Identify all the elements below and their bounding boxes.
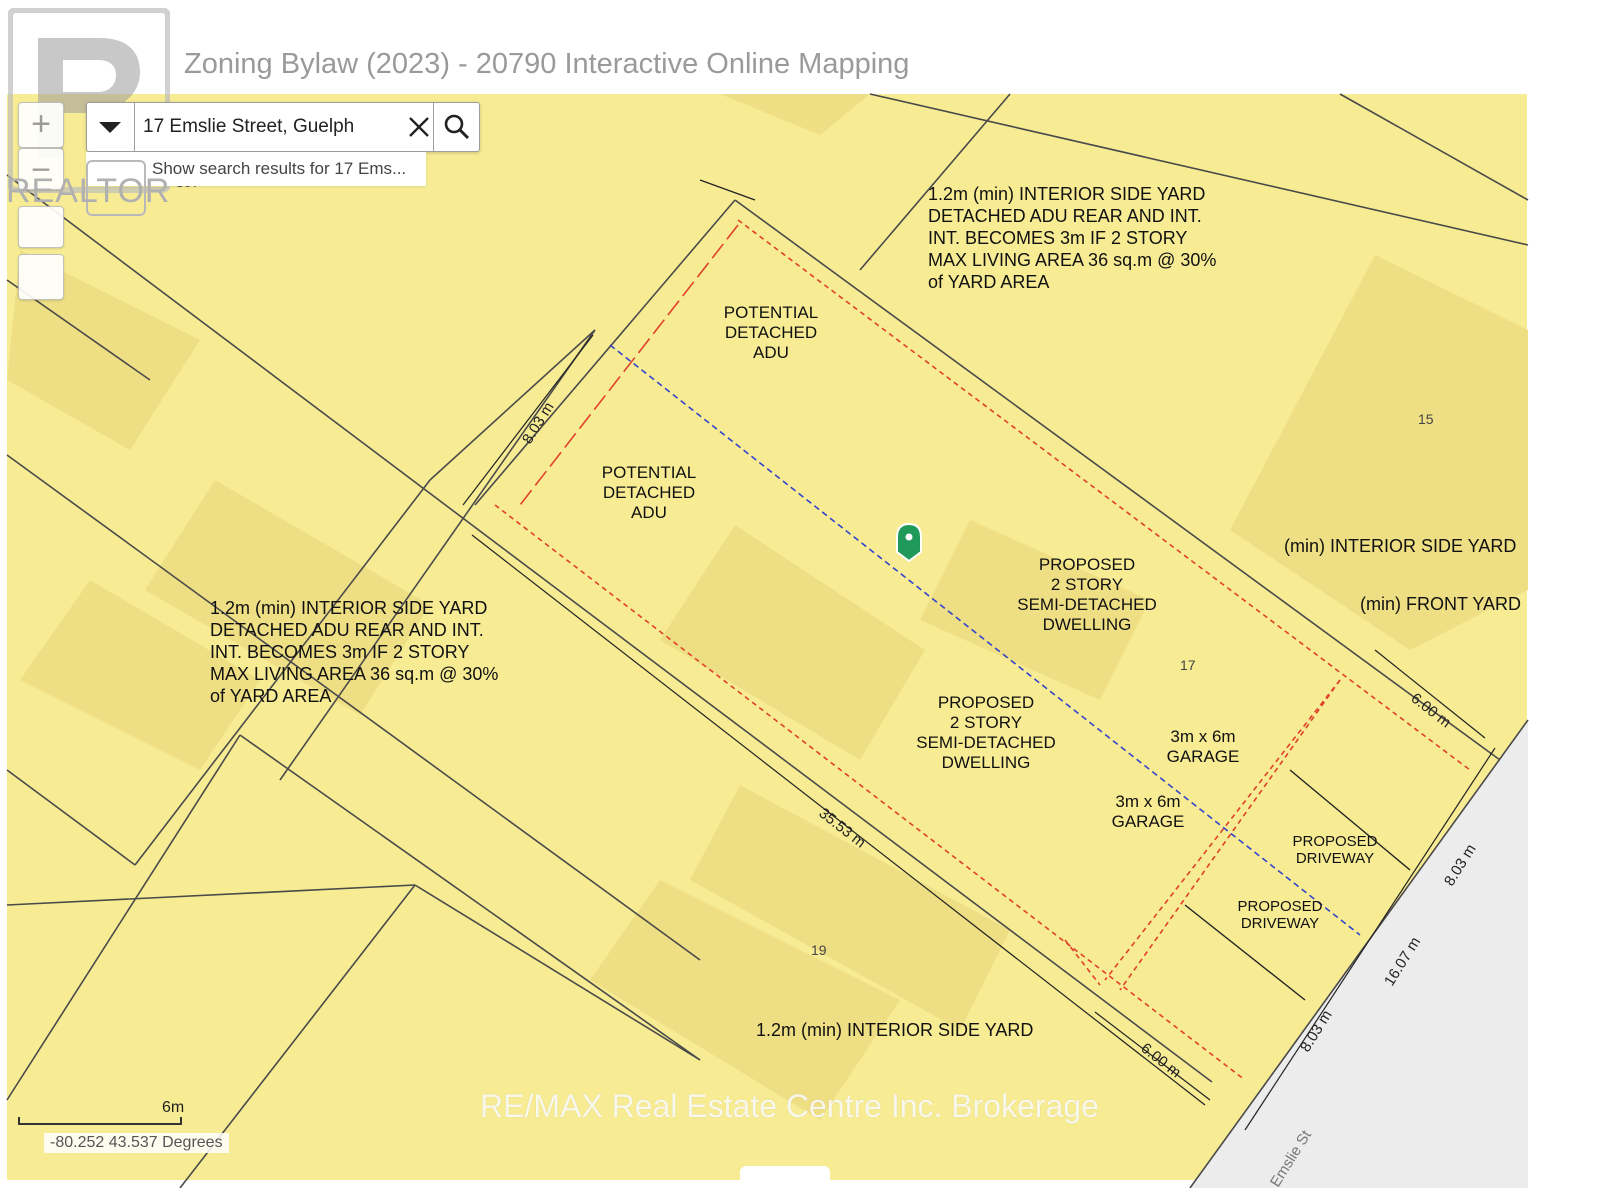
realtor-logo-text: REALTOR: [6, 172, 171, 210]
note-top-l4: MAX LIVING AREA 36 sq.m @ 30%: [928, 250, 1216, 270]
search-button[interactable]: [433, 103, 480, 151]
garage-upper-l1: 3m x 6m: [1170, 727, 1235, 746]
dwelling-upper-l2: 2 STORY: [1051, 575, 1123, 594]
parcel-number-15: 15: [1418, 411, 1434, 427]
chevron-down-icon: [99, 122, 121, 133]
dwelling-upper-l4: DWELLING: [1043, 615, 1132, 634]
dwelling-lower-l4: DWELLING: [942, 753, 1031, 772]
front-yard-right-label: (min) FRONT YARD: [1360, 594, 1521, 614]
scale-label: 6m: [162, 1099, 185, 1116]
brokerage-watermark: RE/MAX Real Estate Centre Inc. Brokerage: [480, 1088, 1099, 1124]
attribution-tab[interactable]: [740, 1166, 830, 1188]
location-pin-icon[interactable]: [896, 522, 922, 563]
page-title: Zoning Bylaw (2023) - 20790 Interactive …: [184, 48, 910, 80]
note-top-l2: DETACHED ADU REAR AND INT.: [928, 206, 1202, 226]
dwelling-upper-l3: SEMI-DETACHED: [1017, 595, 1156, 614]
search-input[interactable]: [143, 111, 393, 143]
note-left-l1: 1.2m (min) INTERIOR SIDE YARD: [210, 598, 487, 618]
driveway-lower-l2: DRIVEWAY: [1241, 915, 1319, 932]
scale-bar: [18, 1117, 182, 1125]
search-bar: [86, 102, 480, 152]
adu-top-l3: ADU: [753, 343, 789, 362]
dwelling-upper-l1: PROPOSED: [1039, 555, 1135, 574]
coordinates-readout: -80.252 43.537 Degrees: [44, 1133, 229, 1153]
note-left-l3: INT. BECOMES 3m IF 2 STORY: [210, 642, 469, 662]
adu-left-l1: POTENTIAL: [602, 463, 696, 482]
dwelling-lower-l2: 2 STORY: [950, 713, 1022, 732]
zoom-in-button[interactable]: +: [18, 102, 64, 148]
search-source-dropdown[interactable]: [87, 103, 135, 151]
garage-lower-l2: GARAGE: [1112, 812, 1185, 831]
adu-left-l3: ADU: [631, 503, 667, 522]
layers-button[interactable]: [18, 254, 64, 300]
driveway-upper-l1: PROPOSED: [1292, 833, 1377, 850]
map-tool-button[interactable]: [18, 206, 64, 248]
note-top-l1: 1.2m (min) INTERIOR SIDE YARD: [928, 184, 1205, 204]
driveway-upper-l2: DRIVEWAY: [1296, 850, 1374, 867]
adu-top-l2: DETACHED: [725, 323, 817, 342]
adu-left-l2: DETACHED: [603, 483, 695, 502]
driveway-lower-l1: PROPOSED: [1237, 898, 1322, 915]
note-left-l2: DETACHED ADU REAR AND INT.: [210, 620, 484, 640]
note-left-l4: MAX LIVING AREA 36 sq.m @ 30%: [210, 664, 498, 684]
side-yard-right-label: (min) INTERIOR SIDE YARD: [1284, 536, 1516, 556]
side-yard-bottom-label: 1.2m (min) INTERIOR SIDE YARD: [756, 1020, 1033, 1040]
garage-upper-l2: GARAGE: [1167, 747, 1240, 766]
note-top-l3: INT. BECOMES 3m IF 2 STORY: [928, 228, 1187, 248]
adu-top-l1: POTENTIAL: [724, 303, 818, 322]
dwelling-lower-l1: PROPOSED: [938, 693, 1034, 712]
garage-lower-l1: 3m x 6m: [1115, 792, 1180, 811]
dwelling-lower-l3: SEMI-DETACHED: [916, 733, 1055, 752]
plus-icon: +: [31, 105, 51, 143]
note-top-l5: of YARD AREA: [928, 272, 1049, 292]
parcel-number-19: 19: [811, 942, 827, 958]
parcel-number-17: 17: [1180, 657, 1196, 673]
search-icon: [444, 114, 470, 140]
note-left-l5: of YARD AREA: [210, 686, 331, 706]
